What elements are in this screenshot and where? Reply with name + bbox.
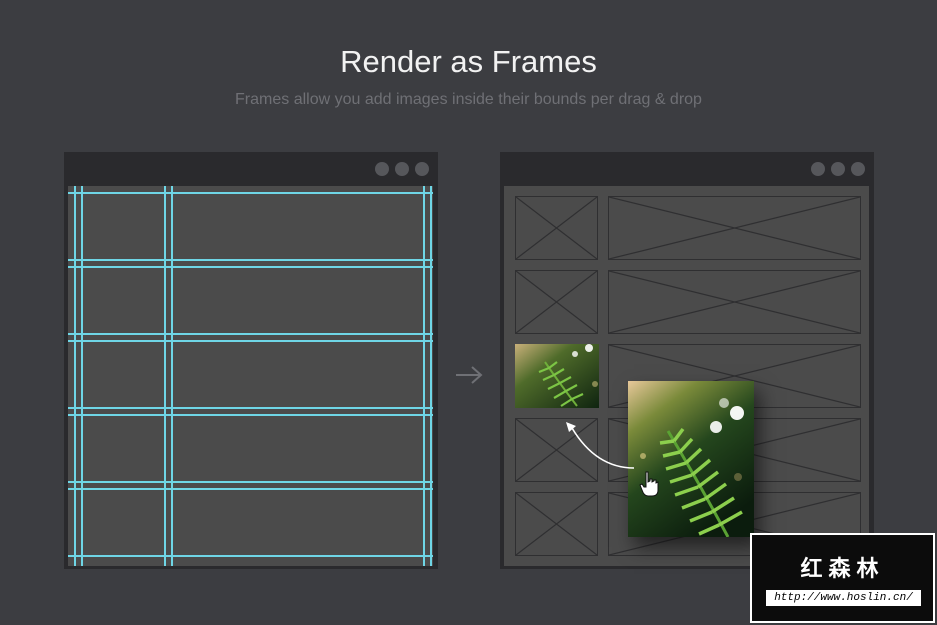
window-dot-icon[interactable] [851,162,865,176]
guide-line-horizontal[interactable] [68,555,433,557]
guide-line-vertical[interactable] [164,186,166,566]
grid-canvas[interactable] [68,186,433,566]
image-frame-placeholder[interactable] [515,270,598,334]
hand-pointer-icon [639,471,659,497]
watermark: 红森林 http://www.hoslin.cn/ [750,533,935,623]
window-dot-icon[interactable] [415,162,429,176]
guide-line-horizontal[interactable] [68,259,433,261]
guide-line-horizontal[interactable] [68,333,433,335]
guide-line-horizontal[interactable] [68,414,433,416]
guide-line-vertical[interactable] [81,186,83,566]
window-dot-icon[interactable] [811,162,825,176]
watermark-chinese-text: 红森林 [800,556,885,581]
watermark-url: http://www.hoslin.cn/ [766,590,921,606]
grid-window [64,152,438,569]
image-frame-placeholder[interactable] [608,270,861,334]
window-dot-icon[interactable] [831,162,845,176]
guide-line-horizontal[interactable] [68,488,433,490]
window-controls [375,162,429,176]
guide-line-vertical[interactable] [430,186,432,566]
drag-path-arrow-icon [566,422,635,469]
guide-line-horizontal[interactable] [68,340,433,342]
right-arrow-icon [456,366,483,384]
guide-line-horizontal[interactable] [68,407,433,409]
page-title: Render as Frames [340,44,597,79]
guide-line-horizontal[interactable] [68,192,433,194]
guide-line-vertical[interactable] [74,186,76,566]
page-subtitle: Frames allow you add images inside their… [235,91,702,108]
image-frame-placeholder[interactable] [515,492,598,556]
fern-photo-dragged[interactable] [628,381,754,537]
guide-line-horizontal[interactable] [68,481,433,483]
window-controls [811,162,865,176]
window-dot-icon[interactable] [395,162,409,176]
image-frame-placeholder[interactable] [515,196,598,260]
guide-line-vertical[interactable] [423,186,425,566]
image-frame-placeholder[interactable] [608,196,861,260]
guide-line-vertical[interactable] [171,186,173,566]
fern-photo-filled-frame[interactable] [515,344,599,408]
window-dot-icon[interactable] [375,162,389,176]
guide-line-horizontal[interactable] [68,266,433,268]
